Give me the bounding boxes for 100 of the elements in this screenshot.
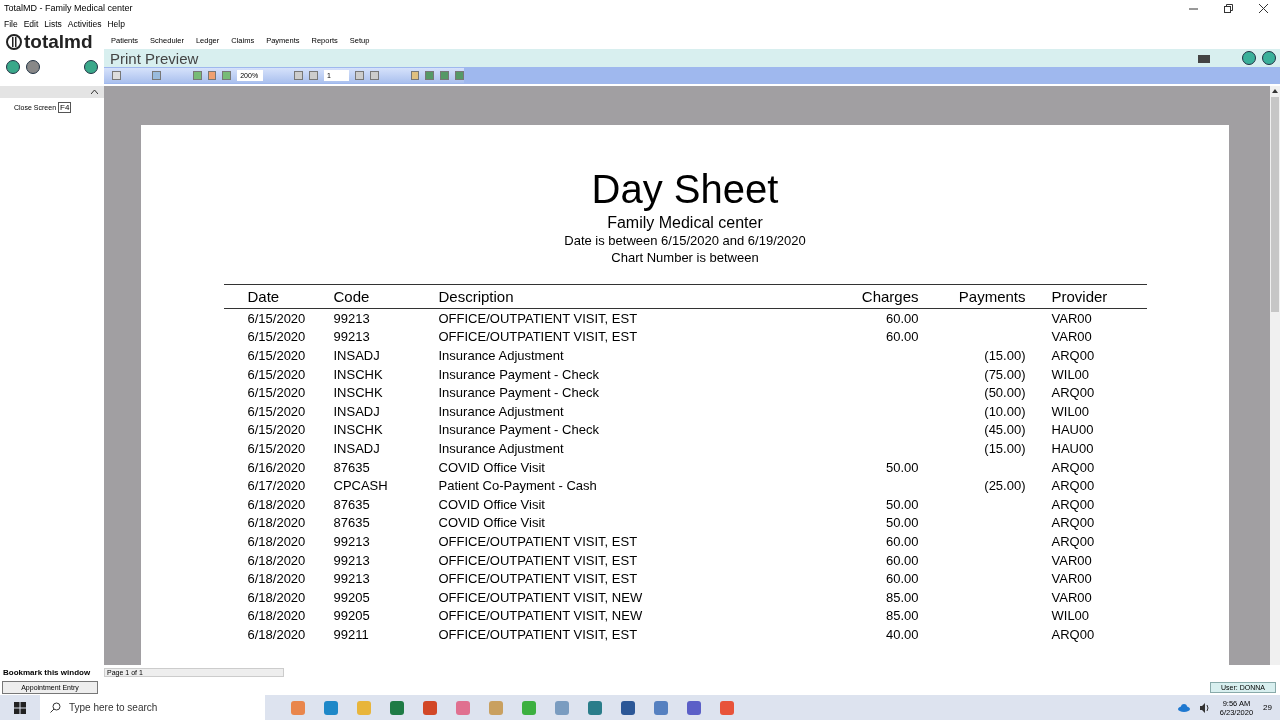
- menu-item[interactable]: Activities: [67, 19, 102, 29]
- table-cell-text: 87635: [333, 459, 371, 475]
- taskbar-search-field[interactable]: Type here to search: [40, 695, 265, 720]
- table-cell-text: (45.00): [983, 422, 1026, 438]
- collapse-icon[interactable]: [91, 90, 98, 94]
- table-cell-text: 50.00: [884, 496, 919, 512]
- table-cell-text: 99213: [333, 533, 371, 549]
- taskbar-app-icon[interactable]: [620, 700, 635, 715]
- taskbar-app-icon[interactable]: [323, 700, 338, 715]
- table-cell-text: (15.00): [983, 440, 1026, 456]
- table-cell-text: ARQ00: [1051, 348, 1096, 363]
- table-cell-text: 6/18/2020: [247, 533, 307, 549]
- forward-button[interactable]: [26, 60, 40, 74]
- table-cell-text: 60.00: [884, 571, 919, 587]
- menu-item[interactable]: Lists: [44, 19, 62, 29]
- notification-count[interactable]: 29: [1263, 703, 1272, 712]
- home-button[interactable]: [84, 60, 98, 74]
- table-cell-text: Insurance Adjustment: [438, 403, 565, 419]
- table-cell-text: 50.00: [884, 459, 919, 475]
- table-cell-text: INSCHK: [333, 385, 384, 401]
- table-cell-text: 99213: [333, 571, 371, 587]
- menu-item[interactable]: File: [4, 19, 18, 29]
- table-cell-text: (15.00): [983, 348, 1026, 363]
- table-cell-text: OFFICE/OUTPATIENT VISIT, EST: [438, 552, 639, 568]
- table-cell-text: 6/18/2020: [247, 496, 307, 512]
- table-cell-text: 6/15/2020: [247, 385, 307, 401]
- taskbar-app-icon[interactable]: [455, 700, 470, 715]
- menu-item[interactable]: Edit: [23, 19, 39, 29]
- table-cell-text: OFFICE/OUTPATIENT VISIT, NEW: [438, 608, 644, 624]
- table-cell-text: OFFICE/OUTPATIENT VISIT, EST: [438, 310, 639, 326]
- logo-icon: [6, 34, 22, 50]
- table-cell-text: 60.00: [884, 533, 919, 549]
- table-cell-text: 6/15/2020: [247, 329, 307, 345]
- table-cell-text: 6/18/2020: [247, 515, 307, 531]
- table-cell-text: ARQ00: [1051, 478, 1096, 494]
- table-cell-text: VAR00: [1051, 310, 1093, 326]
- table-cell-text: 85.00: [884, 589, 919, 605]
- table-cell-text: HAU00: [1051, 440, 1095, 456]
- logo-text: totalmd: [24, 31, 93, 53]
- table-cell-text: (75.00): [983, 366, 1026, 382]
- table-cell-text: 99205: [333, 608, 371, 624]
- cloud-icon: [1177, 703, 1190, 712]
- table-cell-text: 6/18/2020: [247, 589, 307, 605]
- report-subtitle: Chart Number is between: [611, 249, 759, 266]
- close-button[interactable]: [1259, 3, 1268, 13]
- table-cell-text: 99213: [333, 329, 371, 345]
- table-cell-text: 6/18/2020: [247, 552, 307, 568]
- back-button[interactable]: [6, 60, 20, 74]
- table-cell-text: 60.00: [884, 552, 919, 568]
- taskbar-app-icon[interactable]: [719, 700, 734, 715]
- taskbar-app-icon[interactable]: [422, 700, 437, 715]
- table-cell-text: ARQ00: [1051, 626, 1096, 642]
- exit-button[interactable]: [1262, 51, 1276, 65]
- table-cell-text: 99211: [333, 626, 370, 642]
- taskbar-app-icon[interactable]: [686, 700, 701, 715]
- speaker-icon: [1199, 702, 1210, 713]
- table-cell-text: Insurance Adjustment: [438, 440, 565, 456]
- table-cell-text: ARQ00: [1051, 459, 1096, 475]
- table-cell-text: 6/15/2020: [247, 310, 307, 326]
- table-cell-text: Insurance Payment - Check: [438, 385, 600, 401]
- table-cell-text: HAU00: [1051, 422, 1095, 438]
- table-cell-text: 6/18/2020: [247, 626, 307, 642]
- table-cell-text: (50.00): [983, 385, 1026, 401]
- report-subtitle: Date is between 6/15/2020 and 6/19/2020: [564, 232, 806, 249]
- column-header: Payments: [957, 288, 1026, 305]
- taskbar-app-icon[interactable]: [653, 700, 668, 715]
- window-title: TotalMD - Family Medical center: [4, 3, 133, 13]
- table-cell-text: 85.00: [884, 608, 919, 624]
- table-cell-text: 6/15/2020: [247, 403, 307, 419]
- table-cell-text: OFFICE/OUTPATIENT VISIT, EST: [438, 571, 639, 587]
- table-cell-text: 99213: [333, 552, 371, 568]
- help-button[interactable]: [1242, 51, 1256, 65]
- maximize-button[interactable]: [1224, 3, 1233, 13]
- report-subtitle: Family Medical center: [607, 213, 763, 232]
- menu-item[interactable]: Help: [107, 19, 125, 29]
- table-cell-text: 6/15/2020: [247, 366, 307, 382]
- column-header: Description: [438, 288, 515, 305]
- table-cell-text: Insurance Payment - Check: [438, 366, 600, 382]
- table-cell-text: OFFICE/OUTPATIENT VISIT, NEW: [438, 589, 644, 605]
- screen-title: Print Preview: [110, 49, 199, 67]
- table-cell-text: VAR00: [1051, 329, 1093, 345]
- table-cell-text: Insurance Adjustment: [438, 348, 565, 363]
- table-cell-text: COVID Office Visit: [438, 496, 546, 512]
- column-header: Code: [333, 288, 371, 305]
- table-cell-text: ARQ00: [1051, 515, 1096, 531]
- column-header: Date: [247, 288, 281, 305]
- table-cell-text: VAR00: [1051, 571, 1093, 587]
- table-cell-text: VAR00: [1051, 552, 1093, 568]
- taskbar-app-icon[interactable]: [389, 700, 404, 715]
- table-cell-text: 99205: [333, 589, 371, 605]
- table-cell-text: 87635: [333, 496, 371, 512]
- scroll-up-icon[interactable]: [1272, 89, 1278, 93]
- table-cell-text: COVID Office Visit: [438, 515, 546, 531]
- taskbar-app-icon[interactable]: [587, 700, 602, 715]
- table-cell-text: 50.00: [884, 515, 919, 531]
- table-cell-text: ARQ00: [1051, 496, 1096, 512]
- scrollbar[interactable]: [1270, 86, 1280, 665]
- bookmark-label: Bookmark this window: [2, 668, 92, 677]
- table-cell-text: 87635: [333, 515, 371, 531]
- table-cell-text: WIL00: [1051, 366, 1091, 382]
